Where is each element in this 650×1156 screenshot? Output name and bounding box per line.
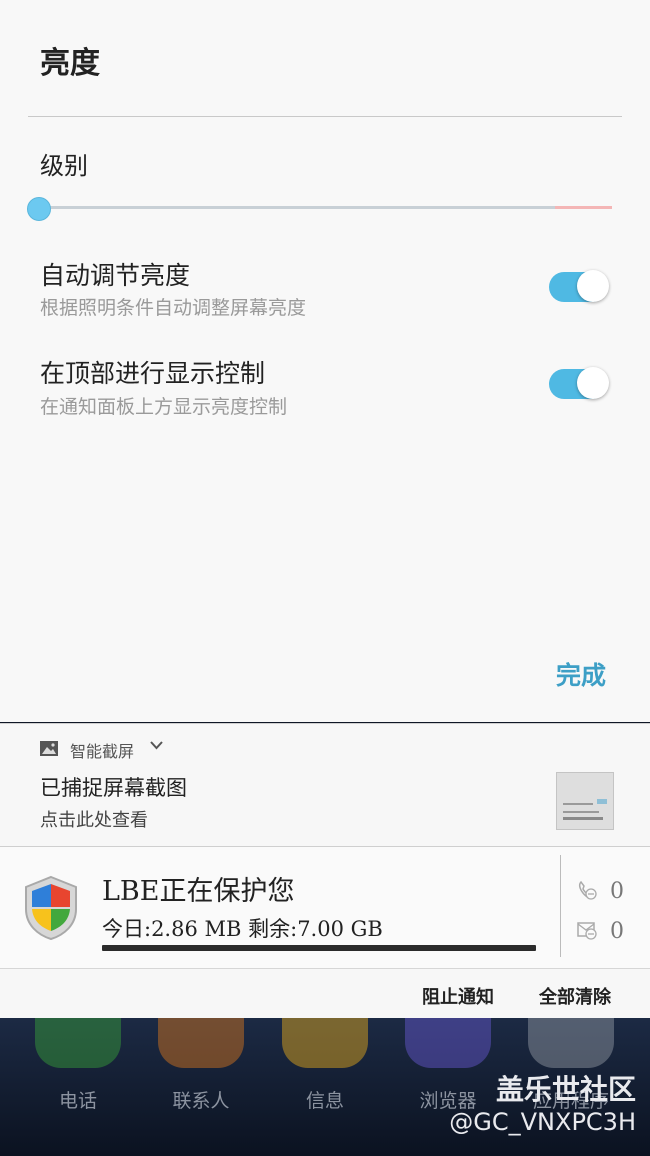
auto-brightness-toggle[interactable]: [549, 270, 609, 302]
phone-app-icon[interactable]: [35, 1018, 121, 1068]
notification-app-name: 智能截屏: [70, 742, 135, 761]
top-control-toggle[interactable]: [549, 367, 609, 399]
brightness-slider-max-zone: [555, 206, 612, 209]
phone-blocked-icon: [578, 880, 597, 900]
toggle-knob: [577, 270, 609, 302]
dialog-title: 亮度: [40, 46, 100, 81]
sms-blocked-icon: [577, 922, 597, 940]
screenshot-thumbnail: [556, 772, 614, 830]
shield-icon: [25, 875, 77, 941]
dock-label-messages: 信息: [305, 1090, 344, 1112]
image-icon: [40, 741, 58, 756]
notification-actions-bar: 阻止通知 全部清除: [0, 968, 650, 1019]
watermark-user: @GC_VNXPC3H: [449, 1108, 636, 1136]
lbe-notification[interactable]: LBE正在保护您 今日:2.86 MB 剩余:7.00 GB 0 0: [0, 846, 650, 969]
brightness-slider-thumb[interactable]: [27, 197, 51, 221]
apps-grid-icon[interactable]: [528, 1018, 614, 1068]
title-divider: [28, 116, 622, 117]
dock-label-contacts: 联系人: [172, 1090, 230, 1112]
auto-brightness-subtitle: 根据照明条件自动调整屏幕亮度: [40, 297, 307, 319]
dock-label-phone: 电话: [58, 1090, 97, 1112]
lbe-vertical-divider: [560, 855, 561, 957]
done-button[interactable]: 完成: [556, 656, 606, 692]
screenshot-notification[interactable]: 智能截屏 已捕捉屏幕截图 点击此处查看: [0, 723, 650, 846]
toggle-knob: [577, 367, 609, 399]
level-label: 级别: [40, 152, 88, 180]
calls-blocked-count: 0: [610, 879, 624, 904]
chevron-down-icon[interactable]: [150, 740, 163, 750]
clear-all-button[interactable]: 全部清除: [539, 983, 611, 1009]
watermark-brand: 盖乐世社区: [495, 1073, 636, 1106]
brightness-dialog: 亮度 级别 自动调节亮度 根据照明条件自动调整屏幕亮度 在顶部进行显示控制 在通…: [0, 0, 650, 722]
browser-app-icon[interactable]: [405, 1018, 491, 1068]
block-notifications-button[interactable]: 阻止通知: [422, 983, 494, 1009]
lbe-title: LBE正在保护您: [102, 876, 295, 907]
messages-app-icon[interactable]: [282, 1018, 368, 1068]
notification-title: 已捕捉屏幕截图: [40, 776, 187, 800]
home-screen-dock: 电话 联系人 信息 浏览器 应用程序 盖乐世社区 @GC_VNXPC3H: [0, 1018, 650, 1156]
lbe-data-usage: 今日:2.86 MB 剩余:7.00 GB: [102, 917, 383, 941]
contacts-app-icon[interactable]: [158, 1018, 244, 1068]
notification-subtitle: 点击此处查看: [40, 810, 148, 831]
lbe-usage-bar: [102, 945, 536, 951]
top-control-subtitle: 在通知面板上方显示亮度控制: [40, 396, 288, 418]
auto-brightness-title: 自动调节亮度: [40, 261, 191, 290]
brightness-slider-track[interactable]: [38, 206, 612, 209]
top-control-title: 在顶部进行显示控制: [40, 359, 266, 388]
sms-blocked-count: 0: [610, 919, 624, 944]
thumbnail-preview: [557, 773, 613, 829]
